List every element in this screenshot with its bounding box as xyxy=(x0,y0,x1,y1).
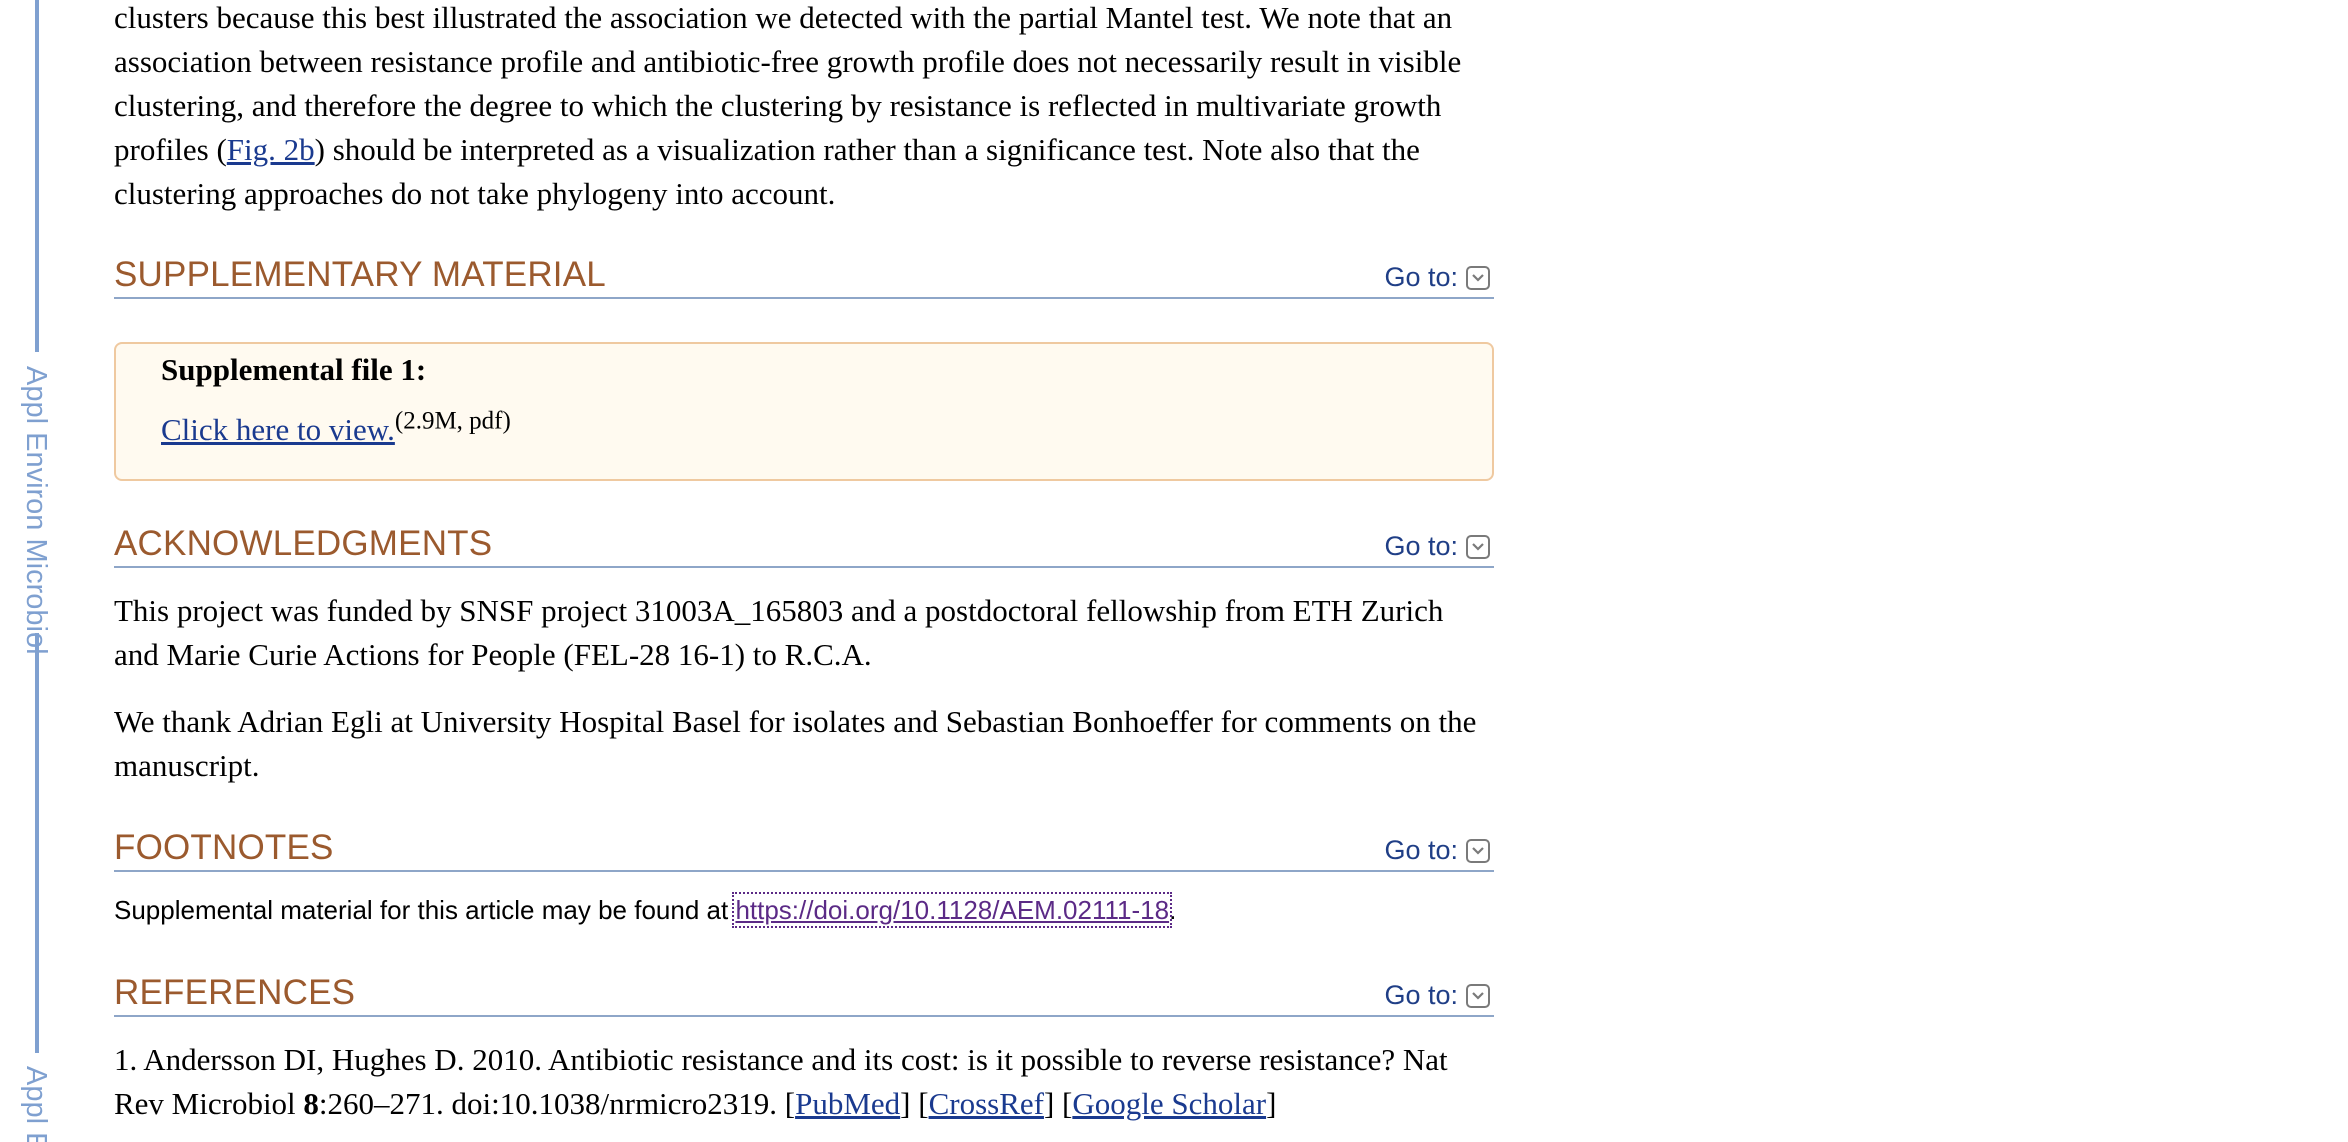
pubmed-link[interactable]: PubMed xyxy=(795,1086,900,1121)
goto-menu-references[interactable]: Go to: xyxy=(1384,980,1490,1011)
journal-rail-label-next[interactable]: Appl E xyxy=(19,1066,52,1142)
acknowledgments-paragraph-thanks: We thank Adrian Egli at University Hospi… xyxy=(114,704,1477,783)
goto-label: Go to: xyxy=(1384,531,1458,561)
goto-menu-acknowledgments[interactable]: Go to: xyxy=(1384,531,1490,562)
footnote-paragraph: Supplemental material for this article m… xyxy=(114,892,1494,928)
google-scholar-link[interactable]: Google Scholar xyxy=(1072,1086,1266,1121)
intro-paragraph: clusters because this best illustrated t… xyxy=(114,0,1494,216)
section-title-acknowledgments: ACKNOWLEDGMENTS xyxy=(114,524,493,563)
goto-menu-footnotes[interactable]: Go to: xyxy=(1384,835,1490,866)
reference-number: 1. xyxy=(114,1042,138,1077)
journal-rail-label[interactable]: Appl Environ Microbiol xyxy=(19,366,52,655)
reference-item: 1. Andersson DI, Hughes D. 2010. Antibio… xyxy=(114,1038,1494,1126)
view-supplemental-link[interactable]: Click here to view. xyxy=(161,412,395,447)
footnote-end: . xyxy=(1169,895,1177,925)
supplemental-file-title: Supplemental file 1: xyxy=(161,352,427,387)
section-header-acknowledgments: ACKNOWLEDGMENTS Go to: xyxy=(114,522,1494,568)
crossref-link[interactable]: CrossRef xyxy=(929,1086,1044,1121)
reference-end: ] xyxy=(1266,1086,1277,1121)
fig-2b-link[interactable]: Fig. 2b xyxy=(227,132,315,167)
supplemental-file-meta: (2.9M, pdf) xyxy=(394,407,511,435)
rail-line-middle xyxy=(35,633,39,1053)
section-header-footnotes: FOOTNOTES Go to: xyxy=(114,826,1494,872)
goto-label: Go to: xyxy=(1384,835,1458,865)
reference-separator: ] [ xyxy=(900,1086,929,1121)
journal-rail: Appl Environ Microbiol Appl E xyxy=(0,0,70,1142)
goto-label: Go to: xyxy=(1384,262,1458,292)
doi-link[interactable]: https://doi.org/10.1128/AEM.02111-18 xyxy=(732,892,1173,928)
section-title-supplementary: SUPPLEMENTARY MATERIAL xyxy=(114,255,606,294)
chevron-down-icon xyxy=(1466,534,1490,559)
supplemental-file-box: Supplemental file 1: Click here to view.… xyxy=(114,342,1494,481)
chevron-down-icon xyxy=(1466,265,1490,290)
reference-volume: 8 xyxy=(303,1086,319,1121)
reference-separator: ] [ xyxy=(1043,1086,1073,1121)
rail-line-top xyxy=(35,0,39,352)
supplemental-file-line: Click here to view.(2.9M, pdf) xyxy=(161,409,511,448)
section-title-references: REFERENCES xyxy=(114,973,356,1012)
chevron-down-icon xyxy=(1466,838,1490,863)
reference-pages: :260–271. doi:10.1038/nrmicro2319. [ xyxy=(318,1086,796,1121)
section-header-references: REFERENCES Go to: xyxy=(114,971,1494,1017)
section-title-footnotes: FOOTNOTES xyxy=(114,828,334,867)
goto-menu-supplementary[interactable]: Go to: xyxy=(1384,262,1490,293)
footnote-text: Supplemental material for this article m… xyxy=(114,895,736,925)
acknowledgments-paragraph-funding: This project was funded by SNSF project … xyxy=(114,593,1444,672)
goto-label: Go to: xyxy=(1384,980,1458,1010)
chevron-down-icon xyxy=(1466,983,1490,1008)
section-header-supplementary: SUPPLEMENTARY MATERIAL Go to: xyxy=(114,253,1494,299)
